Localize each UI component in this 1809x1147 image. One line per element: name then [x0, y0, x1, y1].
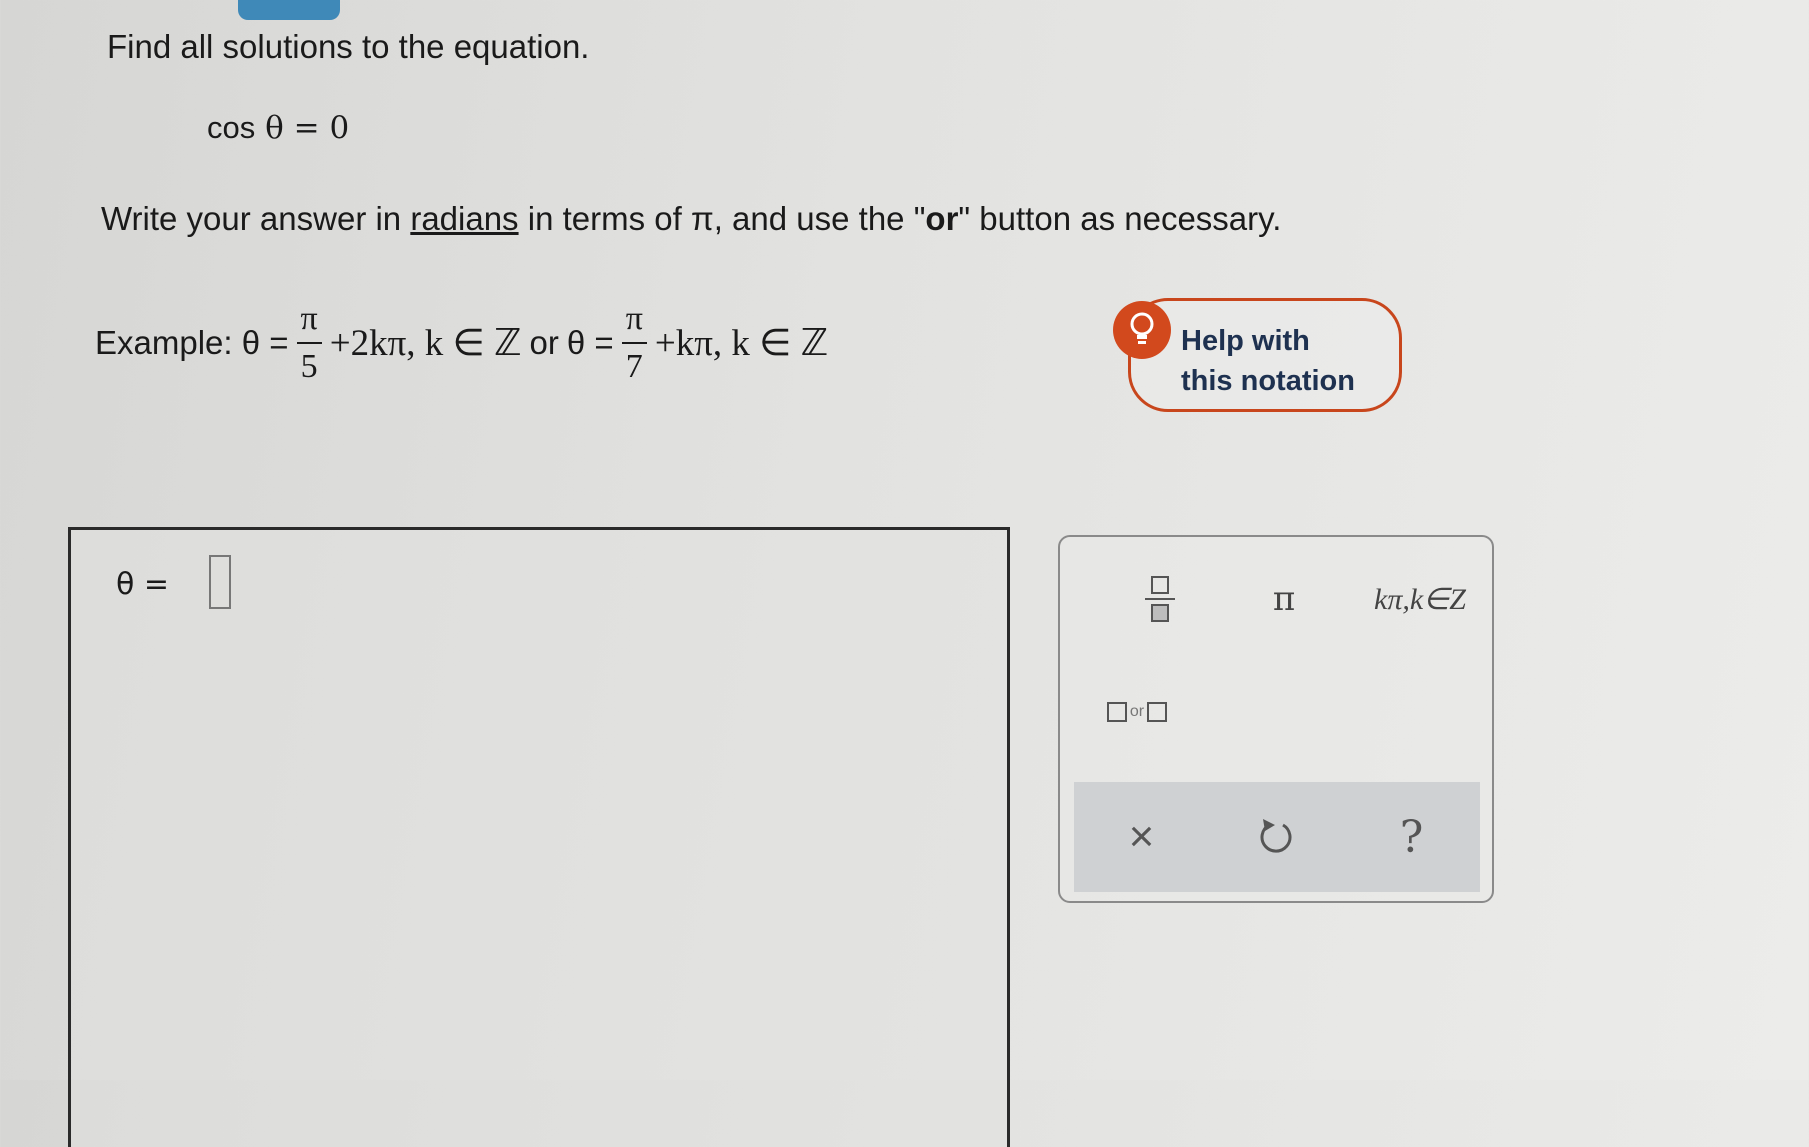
example-term-2: +kπ, k ∈ ℤ [654, 323, 829, 364]
fraction-numerator: π [625, 300, 643, 337]
fraction-bar [1145, 598, 1175, 600]
example-fraction-2: π 7 [621, 300, 647, 384]
undo-button[interactable] [1209, 782, 1344, 892]
or-box [1147, 702, 1168, 722]
example-or: or [529, 324, 559, 361]
or-icon [1106, 702, 1127, 722]
equation-rest: = 0 [283, 110, 350, 146]
question-prompt: Find all solutions to the equation. [107, 28, 590, 65]
or-button[interactable]: or [1092, 687, 1182, 737]
or-label: or [1129, 703, 1145, 720]
help-line-2: this notation [1181, 365, 1355, 397]
answer-area[interactable]: θ = [68, 527, 1010, 1147]
pi-button[interactable]: π [1244, 559, 1324, 639]
help-with-notation-button[interactable]: Help with this notation [1113, 298, 1402, 412]
answer-input[interactable] [209, 555, 231, 609]
example-theta-2: θ = [566, 324, 614, 361]
example-term-1: +2kπ, k ∈ ℤ [329, 323, 522, 364]
instructions-text-1: Write your answer in [101, 200, 411, 237]
radians-link[interactable]: radians [410, 200, 518, 237]
close-icon: × [1128, 812, 1155, 861]
fraction-icon [1151, 576, 1169, 594]
palette-help-button[interactable]: ? [1344, 782, 1479, 892]
example-label: Example: θ = [95, 324, 289, 361]
instructions-or-bold: or [925, 200, 959, 237]
equation-function: cos [207, 110, 256, 145]
undo-icon [1260, 819, 1291, 853]
fraction-denominator: 7 [621, 342, 647, 384]
help-text: Help with this notation [1181, 321, 1355, 401]
control-bar: × ? [1074, 782, 1480, 892]
answer-label: θ = [116, 567, 170, 602]
fraction-button[interactable] [1120, 559, 1200, 639]
math-palette: π kπ,k∈Z or × ? [1058, 535, 1494, 903]
equation: cos θ = 0 [207, 110, 349, 146]
instructions: Write your answer in radians in terms of… [101, 200, 1281, 238]
k-pi-button[interactable]: kπ,k∈Z [1350, 559, 1490, 639]
fraction-denominator: 5 [296, 342, 322, 384]
example: Example: θ = π 5 +2kπ, k ∈ ℤ or θ = π 7 … [95, 298, 828, 388]
clear-button[interactable]: × [1074, 782, 1209, 892]
equation-variable: θ [265, 110, 284, 146]
fraction-numerator: π [300, 300, 318, 337]
help-line-1: Help with [1181, 325, 1310, 357]
instructions-text-2: in terms of π, and use the " [518, 200, 926, 237]
fraction-box [1151, 604, 1169, 622]
lightbulb-icon [1113, 301, 1171, 359]
question-icon: ? [1399, 811, 1424, 863]
example-fraction-1: π 5 [296, 300, 322, 384]
top-tab[interactable] [238, 0, 340, 20]
instructions-text-3: " button as necessary. [958, 200, 1282, 237]
